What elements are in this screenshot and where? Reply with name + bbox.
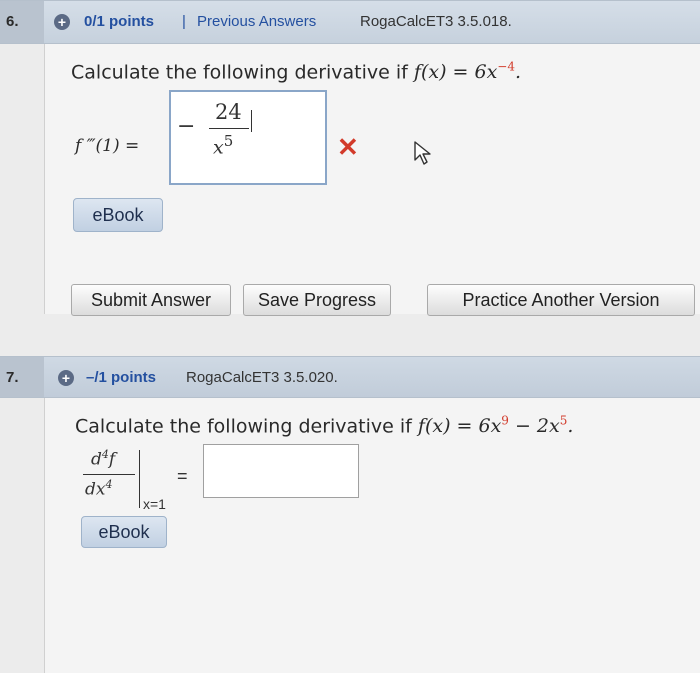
question-source: RogaCalcET3 3.5.020. — [186, 369, 338, 386]
answer-numerator: 24 — [215, 100, 242, 124]
question-6-header: 6. + 0/1 points | Previous Answers RogaC… — [0, 0, 700, 44]
question-number: 6. — [0, 1, 44, 43]
derivative-notation: d4f dx4 x=1 — [81, 448, 191, 518]
question-6-panel: Calculate the following derivative if f(… — [44, 44, 700, 316]
question-prompt: Calculate the following derivative if f(… — [75, 414, 573, 437]
question-prompt: Calculate the following derivative if f(… — [71, 60, 521, 83]
fraction-bar — [209, 128, 249, 129]
points-label: –/1 points — [86, 369, 157, 386]
incorrect-x-icon: ✕ — [337, 132, 359, 162]
previous-answers-link[interactable]: Previous Answers — [197, 13, 316, 30]
question-7-panel: Calculate the following derivative if f(… — [44, 398, 700, 673]
separator: | — [182, 13, 186, 30]
question-number: 7. — [0, 357, 44, 397]
exponent-highlight: −4 — [497, 60, 515, 74]
expand-plus-icon[interactable]: + — [58, 370, 74, 386]
evaluation-point: x=1 — [143, 496, 166, 512]
answer-label: f ‴(1) = — [75, 136, 140, 156]
points-label: 0/1 points — [84, 13, 155, 30]
practice-another-version-button[interactable]: Practice Another Version — [427, 284, 695, 316]
ebook-button[interactable]: eBook — [81, 516, 167, 548]
derivative-fraction-bar — [83, 474, 135, 475]
prompt-text: Calculate the following derivative if — [71, 61, 408, 84]
save-progress-button[interactable]: Save Progress — [243, 284, 391, 316]
text-caret — [251, 110, 252, 132]
exponent-highlight: 9 — [501, 414, 509, 428]
question-source: RogaCalcET3 3.5.018. — [360, 13, 512, 30]
function-expression: f(x) = 6x9 − 2x5. — [417, 414, 574, 438]
derivative-numerator: d4f — [91, 448, 116, 470]
prompt-text: Calculate the following derivative if — [75, 415, 412, 438]
answer-minus: − — [177, 114, 196, 139]
expand-plus-icon[interactable]: + — [54, 14, 70, 30]
derivative-denominator: dx4 — [85, 478, 113, 500]
answer-denominator: x5 — [213, 132, 234, 159]
mouse-cursor-icon — [414, 141, 431, 165]
submit-answer-button[interactable]: Submit Answer — [71, 284, 231, 316]
question-7-header: 7. + –/1 points RogaCalcET3 3.5.020. — [0, 356, 700, 398]
answer-input[interactable]: − 24 x5 — [169, 90, 327, 185]
answer-input[interactable] — [203, 444, 359, 498]
ebook-button[interactable]: eBook — [73, 198, 163, 232]
function-expression: f(x) = 6x−4. — [413, 60, 522, 84]
equals-sign: = — [177, 466, 188, 486]
evaluation-bar — [139, 450, 140, 508]
